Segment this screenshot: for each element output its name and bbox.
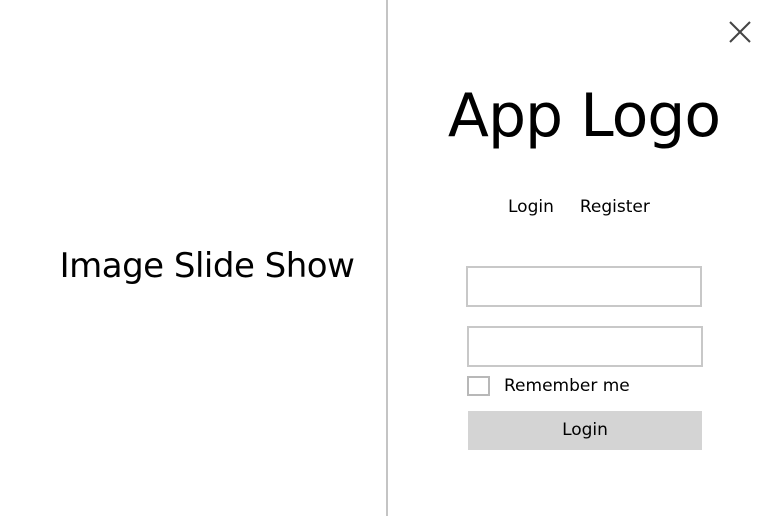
image-slideshow-pane: Image Slide Show [0,0,387,516]
password-input[interactable] [467,326,703,367]
close-icon [729,21,751,43]
slideshow-placeholder-label: Image Slide Show [59,246,355,286]
login-button[interactable]: Login [468,411,702,450]
tab-register[interactable]: Register [580,194,650,220]
tab-login[interactable]: Login [508,194,554,220]
close-button[interactable] [726,18,754,46]
username-input[interactable] [466,266,702,307]
remember-me-label[interactable]: Remember me [504,375,630,397]
auth-tabs: Login Register [508,194,650,220]
remember-me-checkbox[interactable] [467,376,490,396]
login-window: Image Slide Show App Logo Login Register… [0,0,774,516]
remember-me-row[interactable]: Remember me [467,375,630,397]
app-logo: App Logo [447,81,721,151]
